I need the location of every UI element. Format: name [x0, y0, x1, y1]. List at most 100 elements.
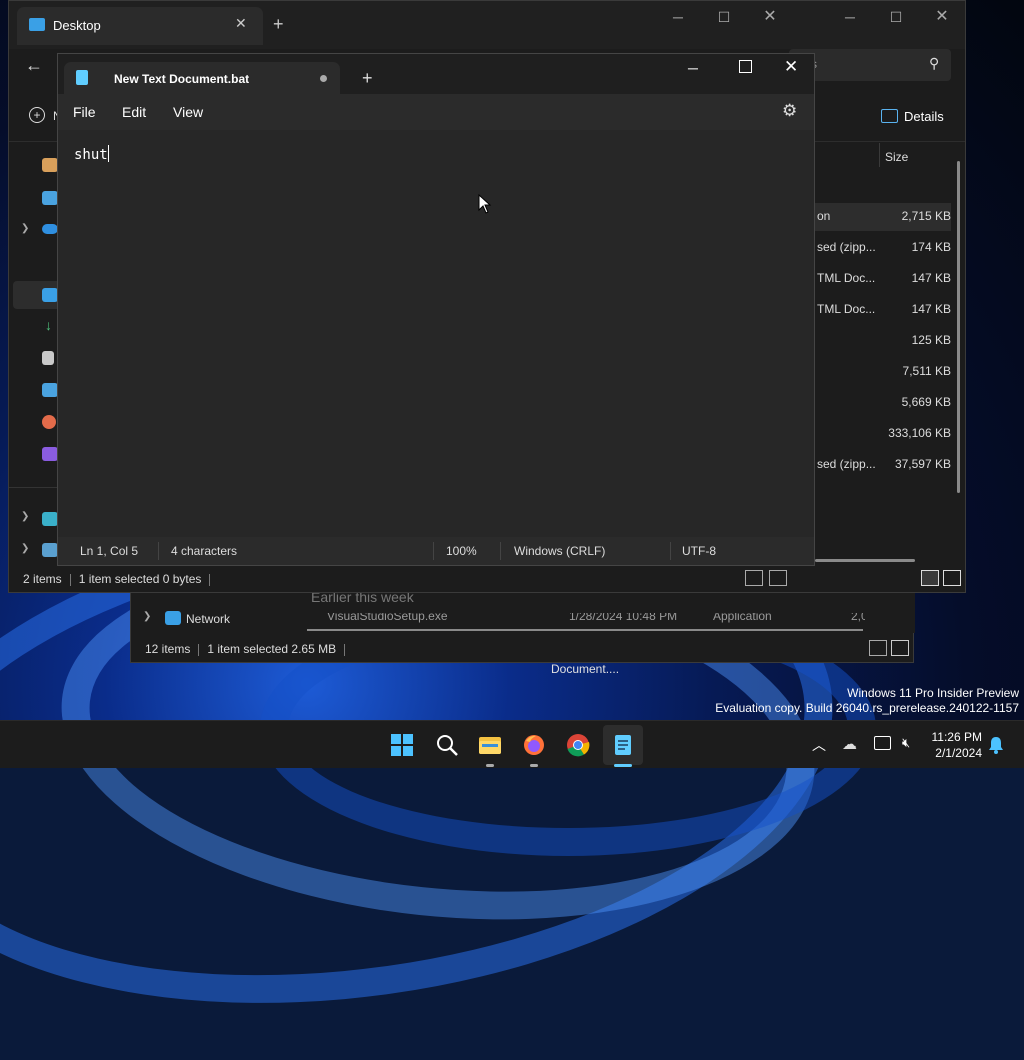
close-button[interactable]: ✕	[784, 57, 798, 77]
music-icon[interactable]	[42, 415, 56, 429]
chevron-up-icon[interactable]: ︿	[812, 735, 826, 755]
network-status-icon[interactable]	[874, 736, 891, 750]
minimize-button[interactable]: ─	[655, 7, 701, 27]
gallery-icon[interactable]	[42, 191, 58, 205]
horizontal-scrollbar[interactable]	[815, 559, 915, 562]
running-indicator	[530, 764, 538, 767]
chevron-right-icon[interactable]: ❯	[143, 611, 151, 622]
watermark-line1: Windows 11 Pro Insider Preview	[847, 686, 1019, 700]
status-encoding[interactable]: UTF-8	[682, 544, 716, 558]
videos-icon[interactable]	[42, 447, 58, 461]
table-row[interactable]: on 2,715 KB	[817, 209, 957, 240]
menu-file[interactable]: File	[73, 104, 96, 120]
table-row[interactable]: sed (zipp... 37,597 KB	[817, 457, 957, 488]
row-date: 1/28/2024 10:48 PM	[569, 613, 678, 623]
tab-document[interactable]: New Text Document.bat	[64, 62, 340, 94]
tiles-view-button[interactable]	[769, 570, 787, 586]
tiles-view-button[interactable]	[891, 640, 909, 656]
menu-edit[interactable]: Edit	[122, 104, 146, 120]
status-selection: 1 item selected 0 bytes	[78, 572, 202, 586]
text-editor[interactable]: shut	[58, 130, 814, 537]
taskbar: ︿ ☁ 🔇︎ 11:26 PM 2/1/2024	[0, 720, 1024, 768]
table-row[interactable]: 7,511 KB	[817, 364, 957, 395]
search-icon: ⚲	[929, 55, 940, 71]
documents-icon[interactable]	[42, 351, 54, 365]
close-button[interactable]: ✕	[747, 7, 793, 27]
start-button[interactable]	[390, 733, 414, 757]
details-button[interactable]: Details	[904, 109, 944, 124]
horizontal-scrollbar[interactable]	[307, 629, 863, 631]
table-row[interactable]: TML Doc... 147 KB	[817, 302, 957, 333]
file-explorer-icon[interactable]	[478, 733, 502, 757]
table-row[interactable]: TML Doc... 147 KB	[817, 271, 957, 302]
network-icon[interactable]	[42, 543, 58, 557]
status-characters[interactable]: 4 characters	[171, 544, 237, 558]
notepad-window[interactable]: New Text Document.bat + ─ ✕ File Edit Vi…	[57, 53, 815, 566]
tab-desktop[interactable]: Desktop ✕	[17, 7, 263, 45]
notepad-status-bar: Ln 1, Col 5 4 characters 100% Windows (C…	[58, 537, 814, 565]
search-icon[interactable]	[435, 733, 459, 757]
unsaved-dot-icon[interactable]	[320, 75, 327, 82]
sidebar-item-network[interactable]: Network	[186, 612, 230, 626]
onedrive-icon[interactable]	[42, 224, 58, 234]
table-row[interactable]: 333,106 KB	[817, 426, 957, 457]
close-tab-icon[interactable]: ✕	[235, 15, 247, 32]
status-position[interactable]: Ln 1, Col 5	[80, 544, 138, 558]
table-row[interactable]: sed (zipp... 174 KB	[817, 240, 957, 271]
firefox-icon[interactable]	[522, 733, 546, 757]
gear-icon[interactable]: ⚙	[782, 101, 797, 121]
cloud-offline-icon[interactable]: ☁	[842, 735, 857, 753]
desktop-icon-label[interactable]: Document....	[551, 662, 619, 676]
back-arrow-icon[interactable]: ←	[25, 55, 43, 76]
chevron-right-icon[interactable]: ❯	[21, 543, 29, 554]
clock[interactable]: 11:26 PM 2/1/2024	[924, 729, 982, 761]
notepad-icon[interactable]	[611, 733, 635, 757]
close-button-2[interactable]: ✕	[919, 7, 965, 27]
tiles-view-button-2[interactable]	[943, 570, 961, 586]
maximize-button[interactable]: ☐	[701, 7, 747, 27]
maximize-button[interactable]	[739, 60, 752, 73]
downloads-icon[interactable]: ↓	[45, 317, 52, 333]
chrome-icon[interactable]	[566, 733, 590, 757]
watermark: Windows 11 Pro Insider Preview Evaluatio…	[715, 686, 1019, 716]
details-view-button[interactable]	[745, 570, 763, 586]
explorer-back-content: ❯ Network Earlier this week VisualStudio…	[131, 589, 915, 633]
notepad-title-bar: New Text Document.bat + ─ ✕	[58, 54, 814, 94]
minimize-button[interactable]: ─	[688, 60, 698, 76]
maximize-button-2[interactable]: ☐	[873, 7, 919, 27]
text-caret	[107, 145, 109, 162]
row-name: VisualStudioSetup.exe	[327, 613, 448, 623]
menu-view[interactable]: View	[173, 104, 203, 120]
volume-muted-icon[interactable]: 🔇︎	[902, 735, 910, 751]
editor-text: shut	[74, 147, 108, 163]
desktop-icon[interactable]	[42, 288, 58, 302]
new-icon[interactable]: +	[29, 107, 45, 123]
pictures-icon[interactable]	[42, 383, 58, 397]
row-type: on	[817, 209, 831, 223]
details-view-button-2[interactable]	[921, 570, 939, 586]
column-header-size[interactable]: Size	[885, 150, 908, 164]
details-view-button[interactable]	[869, 640, 887, 656]
table-row[interactable]: VisualStudioSetup.exe 1/28/2024 10:48 PM…	[301, 613, 865, 623]
details-pane-icon	[881, 109, 898, 123]
home-icon[interactable]	[42, 158, 58, 172]
chevron-right-icon[interactable]: ❯	[21, 223, 29, 234]
status-bar: 2 items 1 item selected 0 bytes	[9, 564, 965, 592]
chevron-right-icon[interactable]: ❯	[21, 511, 29, 522]
notification-bell-icon[interactable]	[988, 736, 1004, 754]
status-zoom[interactable]: 100%	[446, 544, 477, 558]
table-row[interactable]: 5,669 KB	[817, 395, 957, 426]
this-pc-icon[interactable]	[42, 512, 58, 526]
row-size: 147 KB	[911, 302, 951, 316]
row-size: 2,090 KB	[851, 613, 865, 623]
file-list: on 2,715 KB sed (zipp... 174 KB TML Doc...…	[817, 209, 957, 488]
status-line-ending[interactable]: Windows (CRLF)	[514, 544, 605, 558]
notepad-icon	[76, 70, 88, 85]
row-type: sed (zipp...	[817, 457, 876, 471]
minimize-button-2[interactable]: ─	[827, 7, 873, 27]
new-tab-button[interactable]: +	[273, 14, 284, 35]
tab-title: New Text Document.bat	[114, 72, 250, 86]
vertical-scrollbar[interactable]	[957, 161, 960, 493]
table-row[interactable]: 125 KB	[817, 333, 957, 364]
new-tab-button[interactable]: +	[362, 68, 373, 89]
